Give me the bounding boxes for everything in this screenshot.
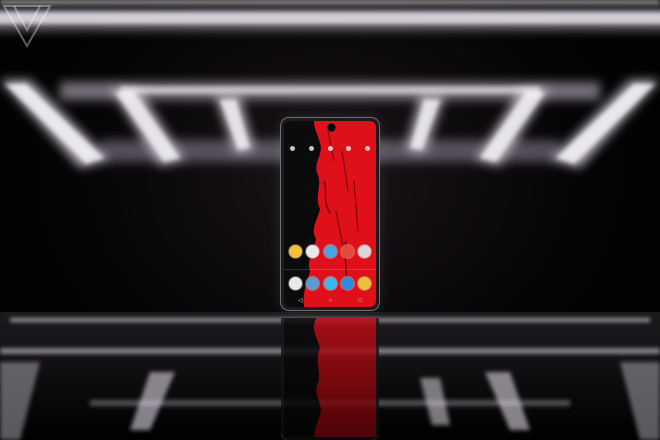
app-icon[interactable] — [323, 277, 337, 290]
quick-toggle-icon[interactable] — [327, 146, 333, 151]
verge-logo-icon — [2, 5, 52, 49]
quick-settings-row — [290, 146, 370, 151]
app-row-1 — [289, 245, 371, 258]
home-icon[interactable]: ○ — [329, 297, 333, 305]
product-photo: ◁ ○ □ — [0, 0, 660, 440]
app-icon[interactable] — [340, 277, 354, 290]
app-icon[interactable] — [340, 245, 354, 258]
phone-screen: ◁ ○ □ — [284, 121, 376, 307]
phone-reflection — [281, 318, 379, 440]
app-icon[interactable] — [289, 277, 302, 290]
recents-icon[interactable]: □ — [358, 297, 362, 305]
app-icon[interactable] — [306, 245, 320, 258]
app-icon[interactable] — [323, 245, 337, 258]
top-light-bar — [0, 0, 660, 30]
quick-toggle-icon[interactable] — [290, 146, 295, 151]
quick-toggle-icon[interactable] — [346, 146, 352, 151]
front-camera — [328, 124, 335, 131]
app-icon[interactable] — [289, 245, 302, 258]
navigation-bar: ◁ ○ □ — [298, 297, 362, 305]
app-icon[interactable] — [358, 245, 371, 258]
dock-divider — [284, 269, 376, 270]
back-icon[interactable]: ◁ — [298, 297, 303, 305]
quick-toggle-icon[interactable] — [365, 146, 370, 151]
dock-row — [289, 277, 371, 290]
quick-toggle-icon[interactable] — [308, 146, 314, 151]
app-icon[interactable] — [358, 277, 371, 290]
phone-device: ◁ ○ □ — [281, 118, 379, 310]
app-icon[interactable] — [306, 277, 320, 290]
